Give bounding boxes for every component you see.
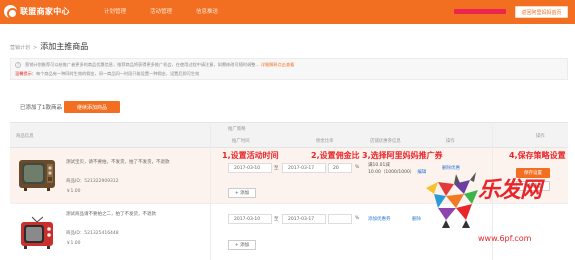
coupon-quantity: 10.00（1000/1000） <box>368 170 415 175</box>
notice-tip-label: 温馨提示： <box>15 71 36 76</box>
annotation-step-4: 4,保存策略设置 <box>509 151 566 160</box>
logo-text: 联盟商家中心 <box>20 7 70 16</box>
nav-item-activities[interactable]: 活动管理 <box>150 7 172 15</box>
end-date-input[interactable]: 2017-03-17 <box>282 163 326 173</box>
end-date-input[interactable]: 2017-03-17 <box>282 214 326 224</box>
col-header-coupon: 店铺优惠券信息 <box>370 139 401 144</box>
start-date-input[interactable]: 2017-03-10 <box>228 163 272 173</box>
annotation-step-3: 3,选择阿里妈妈推广券 <box>362 151 443 160</box>
top-header: 联盟商家中心 计划管理 活动管理 信息推送 返回阿里妈妈首页 <box>0 0 575 24</box>
back-to-alimama-button[interactable]: 返回阿里妈妈首页 <box>515 6 568 18</box>
add-strategy-button[interactable]: + 添加 <box>228 240 256 250</box>
add-product-button[interactable]: 继续添加商品 <box>64 101 120 113</box>
coupon-name: 满10.01减 <box>368 163 390 168</box>
notice-detail-link[interactable]: 详细解释点击查看 <box>261 62 295 67</box>
product-price: ￥1.00 <box>66 241 81 246</box>
commission-rate-input[interactable] <box>328 214 352 224</box>
notice-line-1: 营销计划推荐可以给推广者更多的商品优惠信息，推荐商品将获得更多推广机会，在使用过… <box>25 62 294 68</box>
start-date-input[interactable]: 2017-03-10 <box>228 214 272 224</box>
commission-rate-input[interactable]: 20 <box>328 163 352 173</box>
bull-logo-icon <box>426 172 478 228</box>
date-separator: 至 <box>274 217 279 222</box>
product-price: ￥1.00 <box>66 189 81 194</box>
nav-item-plans[interactable]: 计划管理 <box>104 7 126 15</box>
breadcrumb: 营销计划 > 添加主推商品 <box>10 41 88 52</box>
tv-product-image <box>21 216 53 249</box>
notice-tip-text: 每个商品有一种同时生效的佣金，同一商品同一时段只能设置一种佣金，设置后即可生效 <box>35 71 200 76</box>
tv-product-image <box>19 160 55 191</box>
product-title[interactable]: 测试宝贝，请不要拍，不发货，拍了不发货，不退款 <box>66 159 170 165</box>
watermark-url: www.6pf.com <box>478 234 532 243</box>
product-id: 商品ID：521322909312 <box>66 179 119 184</box>
notice-text: 营销计划推荐可以给推广者更多的商品优惠信息，推荐商品将获得更多推广机会，在使用过… <box>25 62 260 67</box>
col-header-product-info: 商品信息 <box>16 134 34 139</box>
annotation-step-1: 1,设置活动时间 <box>222 151 279 160</box>
logo[interactable]: 联盟商家中心 <box>4 5 70 19</box>
user-account-redacted[interactable] <box>454 9 506 14</box>
date-separator: 至 <box>274 166 279 171</box>
page-title: 添加主推商品 <box>40 42 89 51</box>
col-header-strategy-op: 操作 <box>446 139 455 144</box>
product-title[interactable]: 测试商品请不要拍之二，拍了不发货，不退款 <box>66 211 156 217</box>
nav-item-push[interactable]: 信息推送 <box>196 7 218 15</box>
notice-line-2: 温馨提示：每个商品有一种同时生效的佣金，同一商品同一时段只能设置一种佣金，设置后… <box>15 71 199 77</box>
col-header-rate: 佣金比率 <box>316 139 334 144</box>
col-header-op: 操作 <box>536 134 545 139</box>
column-divider <box>210 122 211 260</box>
col-header-date: 推广时间 <box>232 139 250 144</box>
annotation-step-2: 2,设置佣金比 <box>311 151 360 160</box>
percent-sign: % <box>355 165 360 170</box>
table-row: 测试商品请不要拍之二，拍了不发货，不退款 商品ID：521325416448 ￥… <box>10 204 568 260</box>
percent-sign: % <box>355 216 360 221</box>
table-header: 商品信息 推广策略 推广时间 佣金比率 店铺优惠券信息 操作 操作 <box>10 122 568 148</box>
breadcrumb-separator: > <box>33 45 38 51</box>
logo-icon <box>4 5 18 19</box>
notice-box: ! 营销计划推荐可以给推广者更多的商品优惠信息，推荐商品将获得更多推广机会，在使… <box>10 58 568 80</box>
coupon-info: 10.00（1000/1000） 编辑 <box>368 169 426 175</box>
add-strategy-button[interactable]: + 添加 <box>228 188 256 198</box>
add-coupon-link[interactable]: 添加优惠券 <box>368 216 391 222</box>
breadcrumb-parent-link[interactable]: 营销计划 <box>10 44 30 51</box>
product-id: 商品ID：521325416448 <box>66 231 119 236</box>
info-icon: ! <box>15 62 21 68</box>
watermark-brand: 乐发网 <box>478 178 542 203</box>
col-header-strategy: 推广策略 <box>228 127 246 132</box>
chosen-count-text: 已添加了1款商品 <box>20 105 62 111</box>
